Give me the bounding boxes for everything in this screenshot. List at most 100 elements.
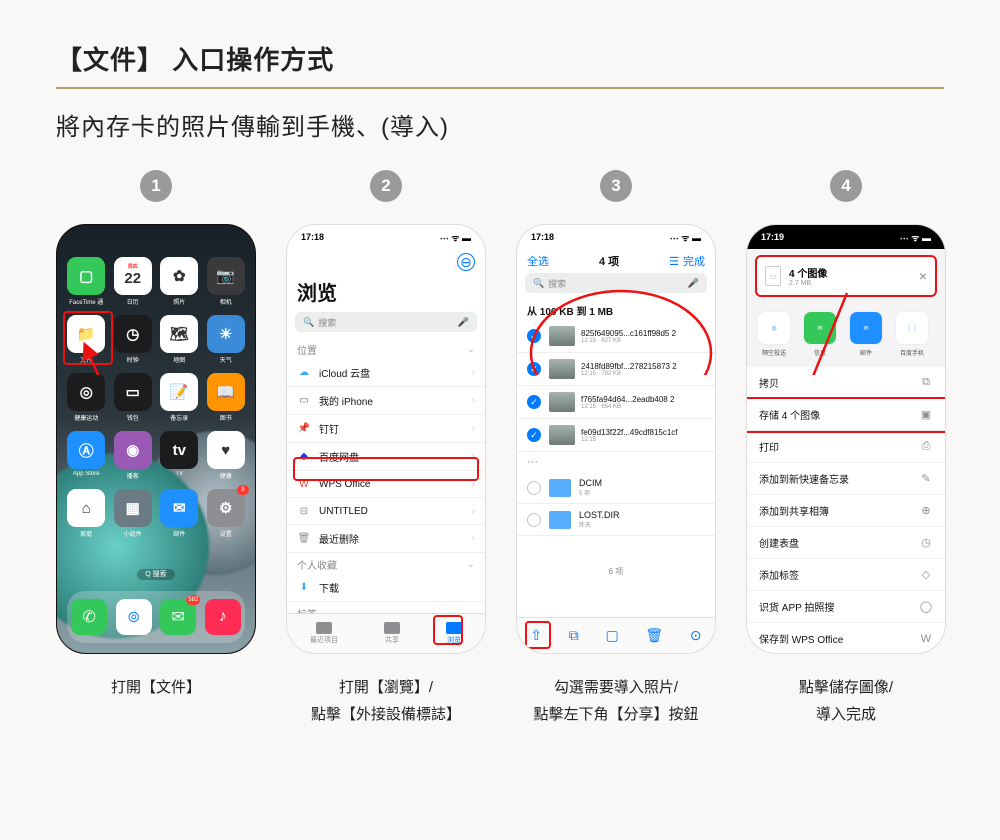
phone-4-share: 17:19 ⋯ ᯤ ▬ ▭ 4 个图像 2.7 MB × ◎隔空投送✉信息✉邮件… <box>746 224 946 654</box>
app-TV[interactable]: tvTV <box>160 431 199 479</box>
folder-icon <box>384 622 400 634</box>
action-添加标签[interactable]: 添加标签◇ <box>747 559 945 591</box>
caption-2: 打開【瀏覽】/ 點擊【外接設備標誌】 <box>311 674 461 728</box>
status-bar: 17:19 ⋯ ᯤ ▬ <box>747 225 945 249</box>
app-照片[interactable]: ✿照片 <box>160 257 199 305</box>
file-meta: 12:15 · 627 KB <box>581 338 705 344</box>
app-设置[interactable]: ⚙3设置 <box>207 489 246 537</box>
chevron-icon: › <box>472 479 475 490</box>
action-创建表盘[interactable]: 创建表盘◷ <box>747 527 945 559</box>
file-row[interactable]: ✓2418fd89fbf...278215873 212:15 · 782 KB <box>517 353 715 386</box>
app-邮件[interactable]: ✉邮件 <box>160 489 199 537</box>
location-icon: 🗑 <box>297 532 311 546</box>
file-row[interactable]: ✓f765fa94d64...2eadb408 212:15 · 654 KB <box>517 386 715 419</box>
app-地图[interactable]: 🗺地图 <box>160 315 199 363</box>
app-备忘录[interactable]: 📝备忘录 <box>160 373 199 421</box>
row-label: WPS Office <box>319 479 371 490</box>
app-相机[interactable]: 📷相机 <box>207 257 246 305</box>
row-WPS Office[interactable]: WWPS Office› <box>287 471 485 498</box>
dock-safari[interactable]: ⊚ <box>116 599 152 635</box>
row-钉钉[interactable]: 📌钉钉› <box>287 415 485 443</box>
row-我的 iPhone[interactable]: ▭我的 iPhone› <box>287 387 485 415</box>
app-天气[interactable]: ☀天气 <box>207 315 246 363</box>
check-icon[interactable]: ✓ <box>527 362 541 376</box>
thumbnail <box>549 359 575 379</box>
move-icon[interactable]: ▢ <box>605 627 618 644</box>
action-识货 APP 拍照搜[interactable]: 识货 APP 拍照搜◯ <box>747 591 945 623</box>
tab-shared[interactable]: 共享 <box>384 622 400 645</box>
check-icon[interactable]: ✓ <box>527 428 541 442</box>
clock: 17:18 <box>301 232 324 242</box>
row-label: 钉钉 <box>319 421 339 436</box>
badge-count: 582 <box>186 595 200 605</box>
action-拷贝[interactable]: 拷贝⧉ <box>747 367 945 399</box>
app-播客[interactable]: ◉播客 <box>114 431 153 479</box>
app-健康[interactable]: ♥健康 <box>207 431 246 479</box>
app-日历[interactable]: 周四22日历 <box>114 257 153 305</box>
unchecked-icon[interactable] <box>527 513 541 527</box>
app-时钟[interactable]: ◷时钟 <box>114 315 153 363</box>
app-家庭[interactable]: ⌂家庭 <box>67 489 106 537</box>
share-icon[interactable]: ⇧ <box>530 627 542 644</box>
folder-meta: 5 项 <box>579 488 705 497</box>
mic-icon[interactable]: 🎤 <box>688 278 699 289</box>
dock-music[interactable]: ♪ <box>205 599 241 635</box>
trash-icon[interactable]: 🗑 <box>645 627 663 644</box>
app-App Store[interactable]: ⒶApp Store <box>67 431 106 479</box>
search-input[interactable]: 🔍 搜索🎤 <box>295 312 477 332</box>
step-3: 3 17:18 ⋯ ᯤ ▬ 全选 4 项 ☰完成 🔍 搜索🎤 从 100 KB … <box>516 170 716 728</box>
row-百度网盘[interactable]: ◆百度网盘› <box>287 443 485 471</box>
app-健康运动[interactable]: ◎健康运动 <box>67 373 106 421</box>
folder-row[interactable]: DCIM5 项 <box>517 472 715 504</box>
select-all-button[interactable]: 全选 <box>527 253 549 269</box>
action-label: 打印 <box>759 439 779 454</box>
tab-recent[interactable]: 最近项目 <box>310 622 338 645</box>
check-icon[interactable]: ✓ <box>527 329 541 343</box>
more-icon[interactable]: ··· <box>517 452 715 472</box>
search-input[interactable]: 🔍 搜索🎤 <box>525 273 707 293</box>
share-target-隔空投送[interactable]: ◎隔空投送 <box>757 311 791 357</box>
check-icon[interactable]: ✓ <box>527 395 541 409</box>
share-target-label: 信息 <box>814 348 826 357</box>
search-pill[interactable]: Q 搜索 <box>137 569 174 580</box>
done-button[interactable]: ☰完成 <box>669 253 705 269</box>
app-钱包[interactable]: ▭钱包 <box>114 373 153 421</box>
app-FaceTime 通话[interactable]: ▢FaceTime 通话 <box>67 257 106 305</box>
file-name: 2418fd89fbf...278215873 2 <box>581 362 705 371</box>
page-subtitle: 將內存卡的照片傳輸到手機、(導入) <box>56 107 944 142</box>
mic-icon[interactable]: 🎤 <box>458 317 469 328</box>
row-downloads[interactable]: ⬇︎ 下载 <box>287 574 485 602</box>
action-打印[interactable]: 打印 ⎙ <box>747 431 945 463</box>
action-存储 4 个图像[interactable]: 存储 4 个图像▣ <box>747 399 945 431</box>
row-label: 我的 iPhone <box>319 393 373 408</box>
row-最近删除[interactable]: 🗑最近删除› <box>287 525 485 553</box>
file-row[interactable]: ✓fe09d13f22f...49cdf815c1cf12:15 <box>517 419 715 452</box>
app-图书[interactable]: 📖图书 <box>207 373 246 421</box>
share-target-邮件[interactable]: ✉邮件 <box>849 311 883 357</box>
app-文件[interactable]: 📁文件 <box>67 315 106 363</box>
location-icon: ◆ <box>297 450 311 464</box>
file-meta: 12:15 · 654 KB <box>581 404 705 410</box>
share-target-百度手机[interactable]: ⋮⋮百度手机 <box>895 311 929 357</box>
share-target-信息[interactable]: ✉信息 <box>803 311 837 357</box>
unchecked-icon[interactable] <box>527 481 541 495</box>
more-menu-icon[interactable]: ⊖ <box>457 253 475 271</box>
duplicate-icon[interactable]: ⧉ <box>569 627 579 644</box>
status-indicators: ⋯ ᯤ ▬ <box>900 231 931 244</box>
close-icon[interactable]: × <box>919 268 927 284</box>
action-添加到共享相簿[interactable]: 添加到共享相簿⊕ <box>747 495 945 527</box>
row-iCloud 云盘[interactable]: ☁︎iCloud 云盘› <box>287 359 485 387</box>
more-icon[interactable]: ⊙ <box>690 627 702 644</box>
phone-2-browse: 17:18 ⋯ ᯤ ▬ ⊖ 浏览 🔍 搜索🎤 位置⌄ ☁︎iCloud 云盘›▭… <box>286 224 486 654</box>
dock-messages[interactable]: ✉582 <box>160 599 196 635</box>
app-小组件[interactable]: ▦小组件 <box>114 489 153 537</box>
action-保存到 WPS Office[interactable]: 保存到 WPS OfficeW <box>747 623 945 654</box>
row-UNTITLED[interactable]: ⊟UNTITLED› <box>287 498 485 525</box>
action-icon: ⎙ <box>919 440 933 454</box>
tab-browse[interactable]: 浏览 <box>446 622 462 645</box>
folder-row[interactable]: LOST.DIR昨天 <box>517 504 715 536</box>
search-placeholder: 搜索 <box>318 316 336 329</box>
dock-phone[interactable]: ✆ <box>71 599 107 635</box>
action-添加到新快速备忘录[interactable]: 添加到新快速备忘录✎ <box>747 463 945 495</box>
file-row[interactable]: ✓825f649095...c161ff98d5 212:15 · 627 KB <box>517 320 715 353</box>
